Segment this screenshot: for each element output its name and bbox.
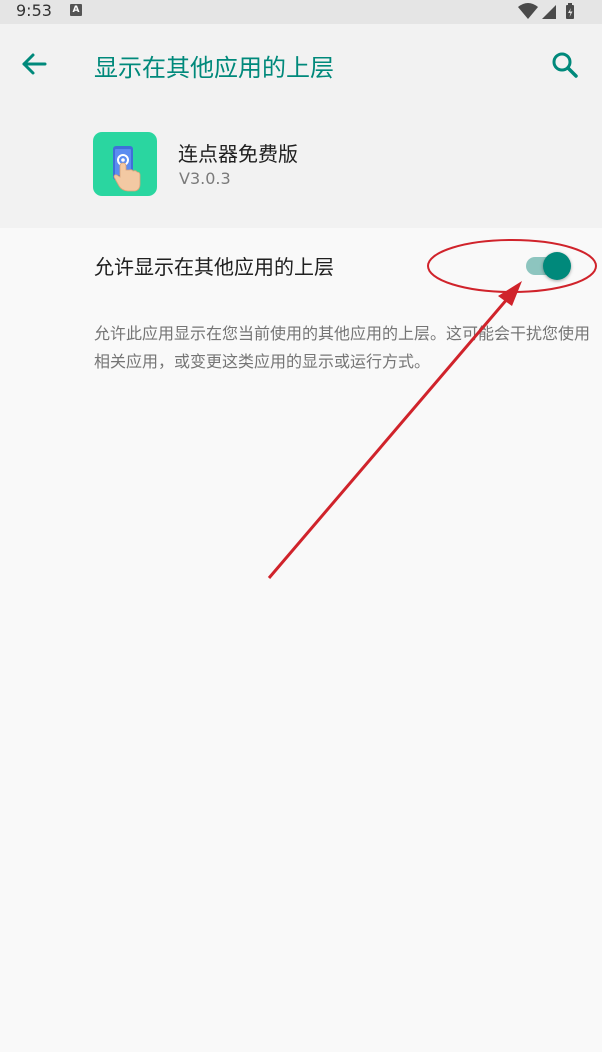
status-time: 9:53 xyxy=(16,1,52,20)
app-icon xyxy=(93,132,157,196)
setting-label: 允许显示在其他应用的上层 xyxy=(94,255,334,279)
signal-icon xyxy=(542,5,556,19)
battery-icon xyxy=(566,3,574,19)
status-bar: 9:53 A xyxy=(0,0,602,24)
allow-overlay-toggle[interactable] xyxy=(522,250,572,280)
app-header: 连点器免费版 V3.0.3 xyxy=(0,104,602,228)
setting-description: 允许此应用显示在您当前使用的其他应用的上层。这可能会干扰您使用相关应用，或变更这… xyxy=(94,324,591,371)
toolbar: 显示在其他应用的上层 xyxy=(0,24,602,104)
wifi-icon xyxy=(518,3,538,19)
app-name: 连点器免费版 xyxy=(178,142,298,166)
tap-hand-phone-icon xyxy=(113,146,141,192)
page-title: 显示在其他应用的上层 xyxy=(94,54,334,82)
back-arrow-icon[interactable] xyxy=(18,49,52,79)
system-icons xyxy=(518,3,574,19)
toggle-thumb xyxy=(543,252,571,280)
app-version: V3.0.3 xyxy=(179,169,231,188)
notification-a-icon: A xyxy=(70,4,82,16)
allow-overlay-setting-row[interactable]: 允许显示在其他应用的上层 xyxy=(0,228,602,302)
search-icon[interactable] xyxy=(549,49,581,81)
